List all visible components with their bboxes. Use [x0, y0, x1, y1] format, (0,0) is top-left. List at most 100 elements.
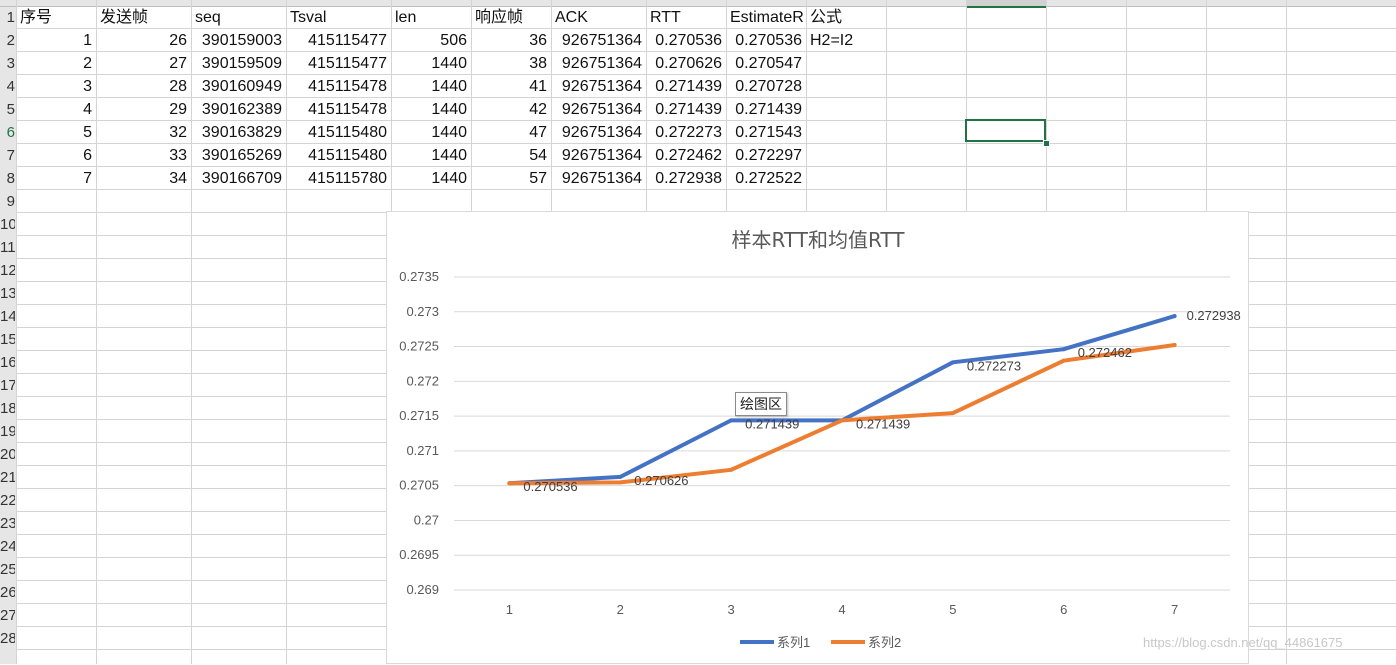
- data-cell[interactable]: 1440: [393, 121, 467, 144]
- row-number[interactable]: 25: [0, 558, 15, 581]
- data-cell[interactable]: H2=I2: [810, 29, 884, 52]
- header-cell[interactable]: Tsval: [290, 6, 389, 29]
- header-cell[interactable]: 公式: [810, 6, 884, 29]
- data-cell[interactable]: 926751364: [553, 52, 642, 75]
- row-number[interactable]: 21: [0, 466, 15, 489]
- data-cell[interactable]: 926751364: [553, 29, 642, 52]
- data-cell[interactable]: 0.270536: [728, 29, 802, 52]
- row-number[interactable]: 23: [0, 512, 15, 535]
- data-cell[interactable]: 0.271439: [728, 98, 802, 121]
- row-number[interactable]: 11: [0, 236, 15, 259]
- data-cell[interactable]: 32: [98, 121, 187, 144]
- data-cell[interactable]: 26: [98, 29, 187, 52]
- data-cell[interactable]: 0.272522: [728, 167, 802, 190]
- row-number[interactable]: 28: [0, 627, 15, 650]
- active-cell[interactable]: [965, 119, 1046, 142]
- data-cell[interactable]: 0.270536: [648, 29, 722, 52]
- data-cell[interactable]: 2: [18, 52, 92, 75]
- header-cell[interactable]: len: [395, 6, 469, 29]
- data-cell[interactable]: 0.272462: [648, 144, 722, 167]
- row-number[interactable]: 3: [0, 52, 15, 75]
- data-cell[interactable]: 926751364: [553, 144, 642, 167]
- data-cell[interactable]: 38: [473, 52, 547, 75]
- data-cell[interactable]: 0.271439: [648, 98, 722, 121]
- data-cell[interactable]: 390159509: [193, 52, 282, 75]
- data-cell[interactable]: 390165269: [193, 144, 282, 167]
- row-number[interactable]: 14: [0, 305, 15, 328]
- data-cell[interactable]: 27: [98, 52, 187, 75]
- row-number[interactable]: 16: [0, 351, 15, 374]
- data-cell[interactable]: 7: [18, 167, 92, 190]
- data-cell[interactable]: 415115780: [288, 167, 387, 190]
- header-cell[interactable]: 序号: [20, 6, 94, 29]
- data-cell[interactable]: 34: [98, 167, 187, 190]
- row-number[interactable]: 1: [0, 6, 15, 29]
- data-cell[interactable]: 926751364: [553, 167, 642, 190]
- data-cell[interactable]: 415115480: [288, 144, 387, 167]
- data-cell[interactable]: 926751364: [553, 75, 642, 98]
- header-cell[interactable]: 响应帧: [475, 6, 549, 29]
- data-cell[interactable]: 390160949: [193, 75, 282, 98]
- data-cell[interactable]: 36: [473, 29, 547, 52]
- data-cell[interactable]: 0.270626: [648, 52, 722, 75]
- data-cell[interactable]: 4: [18, 98, 92, 121]
- row-number[interactable]: 19: [0, 420, 15, 443]
- data-cell[interactable]: 33: [98, 144, 187, 167]
- row-number[interactable]: 22: [0, 489, 15, 512]
- data-cell[interactable]: 0.272297: [728, 144, 802, 167]
- data-cell[interactable]: 390163829: [193, 121, 282, 144]
- data-cell[interactable]: 6: [18, 144, 92, 167]
- row-number[interactable]: 7: [0, 144, 15, 167]
- row-number[interactable]: 12: [0, 259, 15, 282]
- data-cell[interactable]: 47: [473, 121, 547, 144]
- row-number[interactable]: 8: [0, 167, 15, 190]
- row-number[interactable]: 10: [0, 213, 15, 236]
- chart-plot-area[interactable]: 样本RTT和均值RTT 0.269 0.2695 0.27 0.2705 0.271 0.2…: [387, 212, 1250, 665]
- data-cell[interactable]: 415115478: [288, 98, 387, 121]
- data-cell[interactable]: 1440: [393, 167, 467, 190]
- data-cell[interactable]: 415115477: [288, 52, 387, 75]
- fill-handle[interactable]: [1043, 140, 1050, 147]
- data-cell[interactable]: 506: [393, 29, 467, 52]
- data-cell[interactable]: 0.272273: [648, 121, 722, 144]
- data-cell[interactable]: 1: [18, 29, 92, 52]
- data-cell[interactable]: 926751364: [553, 121, 642, 144]
- row-number[interactable]: 17: [0, 374, 15, 397]
- row-number[interactable]: 20: [0, 443, 15, 466]
- data-cell[interactable]: 1440: [393, 98, 467, 121]
- row-number[interactable]: 13: [0, 282, 15, 305]
- selected-column-header[interactable]: [966, 0, 1047, 8]
- header-cell[interactable]: seq: [195, 6, 284, 29]
- data-cell[interactable]: 0.271543: [728, 121, 802, 144]
- row-number[interactable]: 24: [0, 535, 15, 558]
- data-cell[interactable]: 57: [473, 167, 547, 190]
- data-cell[interactable]: 926751364: [553, 98, 642, 121]
- row-number[interactable]: 9: [0, 190, 15, 213]
- line-chart[interactable]: 样本RTT和均值RTT 0.269 0.2695 0.27 0.2705 0.271 0.2…: [386, 211, 1249, 664]
- data-cell[interactable]: 390162389: [193, 98, 282, 121]
- data-cell[interactable]: 0.270728: [728, 75, 802, 98]
- header-cell[interactable]: RTT: [650, 6, 724, 29]
- row-number[interactable]: 6: [0, 121, 15, 144]
- data-cell[interactable]: 42: [473, 98, 547, 121]
- data-cell[interactable]: 1440: [393, 52, 467, 75]
- data-cell[interactable]: 0.271439: [648, 75, 722, 98]
- header-cell[interactable]: 发送帧: [100, 6, 189, 29]
- data-cell[interactable]: 415115480: [288, 121, 387, 144]
- data-cell[interactable]: 390166709: [193, 167, 282, 190]
- data-cell[interactable]: 0.270547: [728, 52, 802, 75]
- data-cell[interactable]: 1440: [393, 144, 467, 167]
- data-cell[interactable]: 29: [98, 98, 187, 121]
- data-cell[interactable]: 5: [18, 121, 92, 144]
- data-cell[interactable]: 54: [473, 144, 547, 167]
- data-cell[interactable]: 415115477: [288, 29, 387, 52]
- data-cell[interactable]: 415115478: [288, 75, 387, 98]
- data-cell[interactable]: 0.272938: [648, 167, 722, 190]
- data-cell[interactable]: 3: [18, 75, 92, 98]
- header-cell[interactable]: EstimateR: [730, 6, 804, 29]
- data-cell[interactable]: 41: [473, 75, 547, 98]
- row-number[interactable]: 27: [0, 604, 15, 627]
- data-cell[interactable]: 390159003: [193, 29, 282, 52]
- data-cell[interactable]: 1440: [393, 75, 467, 98]
- data-cell[interactable]: 28: [98, 75, 187, 98]
